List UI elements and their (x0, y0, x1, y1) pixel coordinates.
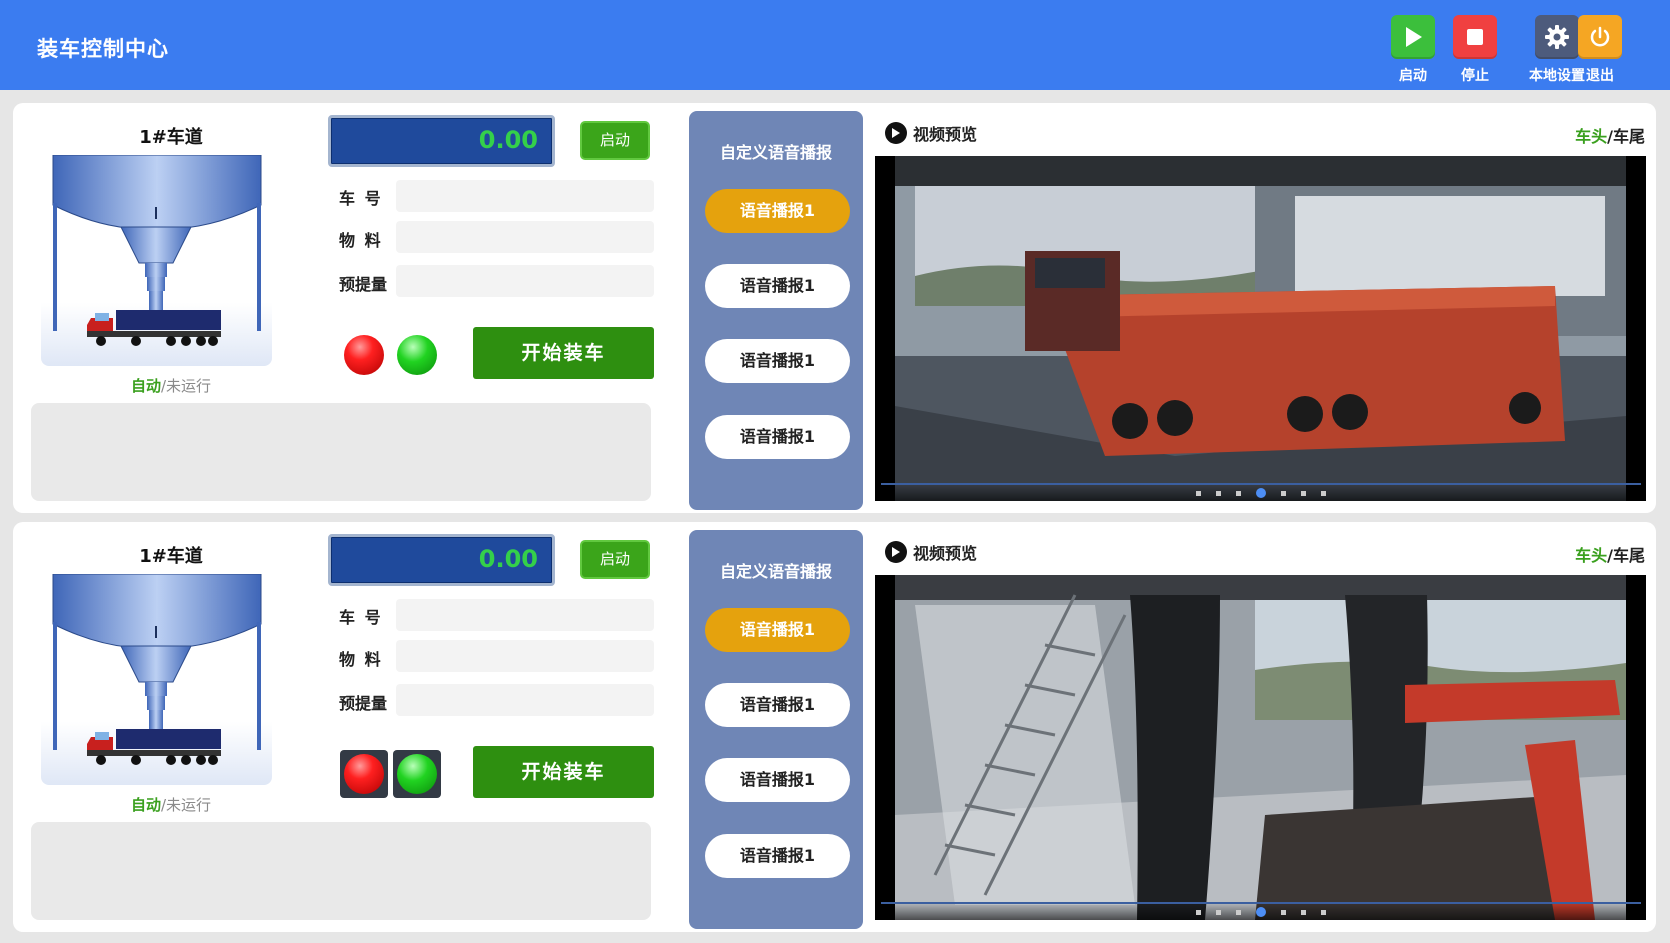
camera-front-option[interactable]: 车头 (1575, 546, 1607, 565)
quantity-input[interactable] (396, 684, 654, 716)
stop-button-label: 停止 (1461, 68, 1489, 84)
message-log-box (31, 822, 651, 920)
voice-broadcast-button[interactable]: 语音播报1 (705, 415, 850, 459)
header-bar: 装车控制中心 启动 停止 本地设置 退出 (0, 0, 1670, 90)
voice-broadcast-button[interactable]: 语音播报1 (705, 608, 850, 652)
play-icon (1391, 15, 1435, 59)
material-label: 物 料 (339, 650, 383, 669)
exit-button[interactable]: 退出 (1565, 15, 1635, 85)
voice-panel-title: 自定义语音播报 (719, 562, 832, 581)
video-progress-bar[interactable] (881, 483, 1641, 485)
quantity-label: 预提量 (339, 694, 388, 713)
green-indicator-light (397, 754, 437, 794)
lane-status: 自动/未运行 (81, 794, 261, 815)
video-playback-controls[interactable] (1195, 907, 1326, 917)
lane-title: 1#车道 (139, 546, 203, 567)
camera-rear-option[interactable]: 车尾 (1613, 127, 1645, 146)
video-preview-header: 视频预览 (885, 540, 977, 564)
lane-start-button[interactable]: 启动 (580, 121, 650, 160)
plate-label: 车 号 (339, 608, 383, 627)
voice-broadcast-button[interactable]: 语音播报1 (705, 264, 850, 308)
video-progress-bar[interactable] (881, 902, 1641, 904)
red-indicator-light (344, 335, 384, 375)
video-preview-title: 视频预览 (913, 544, 978, 563)
red-indicator-light (344, 754, 384, 794)
power-icon (1578, 15, 1622, 59)
video-playback-controls[interactable] (1195, 488, 1326, 498)
voice-broadcast-panel: 自定义语音播报 语音播报1 语音播报1 语音播报1 语音播报1 (689, 530, 863, 929)
status-run-state: 未运行 (166, 377, 212, 395)
start-loading-button[interactable]: 开始装车 (473, 327, 654, 379)
camera-rear-option[interactable]: 车尾 (1613, 546, 1645, 565)
status-mode: 自动 (130, 796, 161, 814)
lane-start-button[interactable]: 启动 (580, 540, 650, 579)
material-input[interactable] (396, 640, 654, 672)
play-circle-icon (885, 122, 907, 144)
weight-display: 0.00 (328, 115, 555, 167)
exit-button-label: 退出 (1586, 68, 1614, 84)
weight-display: 0.00 (328, 534, 555, 586)
video-feed-truck-scale[interactable] (875, 156, 1646, 501)
video-preview-title: 视频预览 (913, 125, 978, 144)
lane-card: 1#车道 自动/未运行 0.00 启动 车 号 物 料 预提量 开始装车 自定义… (13, 522, 1656, 932)
voice-broadcast-button[interactable]: 语音播报1 (705, 189, 850, 233)
silo-loading-illustration (41, 154, 272, 366)
voice-broadcast-button[interactable]: 语音播报1 (705, 758, 850, 802)
camera-switch: 车头/车尾 (1545, 542, 1645, 566)
plate-label: 车 号 (339, 189, 383, 208)
camera-switch: 车头/车尾 (1545, 123, 1645, 147)
material-input[interactable] (396, 221, 654, 253)
start-button-label: 启动 (1399, 68, 1427, 84)
status-mode: 自动 (130, 377, 161, 395)
message-log-box (31, 403, 651, 501)
lane-card: 1#车道 自动/未运行 0.00 启动 车 号 物 料 预提量 开始装车 自定义… (13, 103, 1656, 513)
camera-front-option[interactable]: 车头 (1575, 127, 1607, 146)
quantity-label: 预提量 (339, 275, 388, 294)
lane-title: 1#车道 (139, 127, 203, 148)
app-title: 装车控制中心 (37, 37, 169, 61)
silo-loading-illustration (41, 573, 272, 785)
green-indicator-light (397, 335, 437, 375)
voice-panel-title: 自定义语音播报 (719, 143, 832, 162)
quantity-input[interactable] (396, 265, 654, 297)
voice-broadcast-button[interactable]: 语音播报1 (705, 834, 850, 878)
play-circle-icon (885, 541, 907, 563)
material-label: 物 料 (339, 231, 383, 250)
stop-icon (1453, 15, 1497, 59)
start-loading-button[interactable]: 开始装车 (473, 746, 654, 798)
video-feed-coal-loading[interactable] (875, 575, 1646, 920)
lane-status: 自动/未运行 (81, 375, 261, 396)
plate-input[interactable] (396, 599, 654, 631)
status-run-state: 未运行 (166, 796, 212, 814)
voice-broadcast-panel: 自定义语音播报 语音播报1 语音播报1 语音播报1 语音播报1 (689, 111, 863, 510)
voice-broadcast-button[interactable]: 语音播报1 (705, 339, 850, 383)
start-button[interactable]: 启动 (1378, 15, 1448, 85)
plate-input[interactable] (396, 180, 654, 212)
voice-broadcast-button[interactable]: 语音播报1 (705, 683, 850, 727)
video-preview-header: 视频预览 (885, 121, 977, 145)
stop-button[interactable]: 停止 (1440, 15, 1510, 85)
